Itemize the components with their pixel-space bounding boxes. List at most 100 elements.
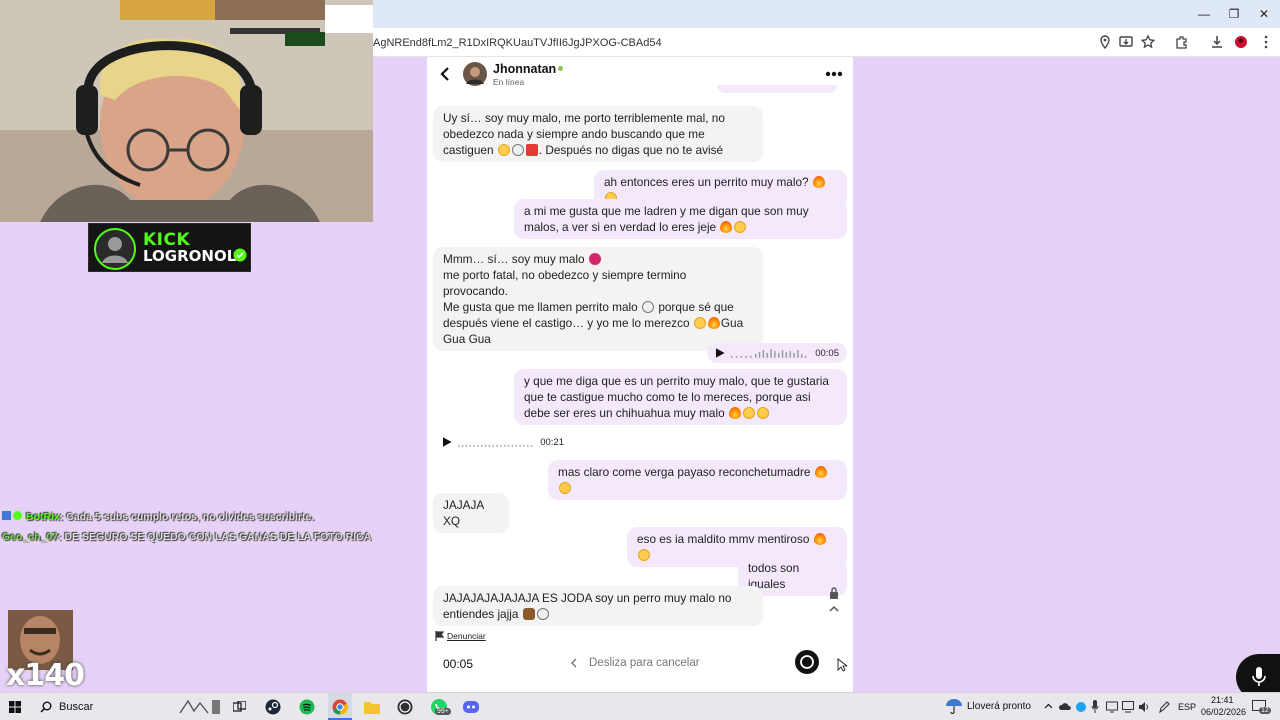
dog-emoji-icon [522, 608, 535, 620]
audio-waveform[interactable] [730, 347, 810, 359]
tray-app-icon[interactable] [1075, 701, 1087, 713]
outgoing-audio-message: 00:05 [707, 343, 847, 363]
tray-expand-chevron-icon[interactable] [1044, 703, 1053, 709]
outgoing-message: a mi me gusta que me ladren y me digan q… [514, 199, 847, 239]
notification-count: 12 [1259, 707, 1271, 714]
slide-to-cancel-hint[interactable]: Desliza para cancelar [589, 657, 700, 669]
audio-waveform[interactable] [457, 436, 535, 448]
windows-start-icon[interactable] [9, 701, 21, 713]
close-window-button[interactable]: ✕ [1254, 4, 1274, 24]
chrome-icon [332, 699, 348, 715]
scroll-up-chevron-icon[interactable] [829, 605, 839, 613]
devil-emoji-icon [588, 253, 601, 265]
mod-badge-icon [2, 511, 11, 520]
onedrive-icon[interactable] [1059, 701, 1071, 713]
smirk-emoji-icon [693, 317, 706, 329]
flag-icon[interactable] [435, 631, 444, 641]
incoming-message: Uy sí… soy muy malo, me porto terribleme… [433, 106, 763, 162]
url-text[interactable]: AgNREnd8fLm2_R1DxIRQKUauTVJfII6JgJPXOG-C… [373, 37, 662, 49]
message-text: a mi me gusta que me ladren y me digan q… [524, 204, 809, 234]
message-text: JAJAJAJAJAJAJA ES JODA soy un perro muy … [443, 591, 732, 621]
record-send-button[interactable] [794, 649, 820, 675]
tongue-emoji-icon [734, 221, 747, 233]
streamer-name: LOGRONOL [143, 247, 237, 265]
file-explorer-icon[interactable] [364, 700, 380, 714]
pen-icon[interactable] [1158, 700, 1170, 714]
install-app-icon[interactable] [1118, 34, 1134, 50]
ghost-emoji-icon [511, 144, 524, 156]
channel-avatar-icon [94, 228, 136, 270]
volume-icon[interactable] [1138, 701, 1150, 713]
fire-emoji-icon [814, 466, 827, 478]
browser-menu-icon[interactable] [1258, 34, 1274, 50]
spotify-icon[interactable] [299, 699, 315, 715]
profile-extension-icon[interactable] [1233, 34, 1249, 50]
discord-icon[interactable] [462, 699, 480, 715]
contact-name[interactable]: Jhonnatan [493, 62, 556, 76]
clock-date[interactable]: 06/02/2026 [1201, 707, 1246, 717]
tongue-emoji-icon [559, 482, 571, 494]
message-text: mas claro come verga payaso reconchetuma… [558, 465, 811, 479]
location-icon[interactable] [1097, 34, 1113, 50]
outgoing-message: y que me diga que es un perrito muy malo… [514, 369, 847, 425]
weather-text[interactable]: Lloverá pronto [967, 701, 1031, 712]
play-icon[interactable] [442, 437, 452, 447]
online-dot-icon [558, 66, 563, 71]
search-icon[interactable] [40, 701, 52, 713]
webcam-feed [0, 0, 373, 222]
bookmark-star-icon[interactable] [1140, 34, 1156, 50]
tongue-emoji-icon [638, 549, 650, 561]
contact-status: En línea [493, 77, 525, 87]
chat-message: : DE SEGURO SE QUEDO CON LAS GANAS DE LA… [58, 531, 372, 543]
message-text: me porto fatal, no obedezco y siempre te… [443, 268, 687, 298]
incoming-message: JAJAJA XQ [433, 493, 509, 533]
chat-panel: Jhonnatan En línea Uy sí… soy muy malo, … [427, 57, 853, 692]
fire-emoji-icon [707, 317, 720, 329]
incoming-message: Mmm… sí… soy muy malo me porto fatal, no… [433, 247, 763, 351]
back-arrow-icon[interactable] [439, 67, 451, 81]
display-icon[interactable] [1106, 701, 1118, 713]
anger-emoji-icon [525, 144, 538, 156]
fire-emoji-icon [720, 221, 733, 233]
task-view-icon[interactable] [233, 701, 246, 713]
more-options-icon[interactable] [825, 71, 843, 77]
extensions-icon[interactable] [1174, 34, 1190, 50]
taskbar-search[interactable]: Buscar [59, 701, 93, 713]
message-text: Me gusta que me llamen perrito malo [443, 300, 638, 314]
report-link[interactable]: Denunciar [447, 631, 486, 641]
overlay-chat-line: Geo_ch_07: DE SEGURO SE QUEDO CON LAS GA… [2, 531, 371, 543]
play-icon[interactable] [715, 348, 725, 358]
contact-avatar[interactable] [463, 62, 487, 86]
audio-duration: 00:05 [815, 347, 839, 359]
minimize-button[interactable]: — [1194, 4, 1214, 24]
chrome-taskbar-item[interactable] [328, 693, 352, 720]
ghost-emoji-icon [536, 608, 549, 620]
message-text: Gua [720, 316, 744, 330]
emote-multiplier: x140 [6, 658, 85, 693]
weather-umbrella-icon[interactable] [945, 698, 963, 714]
mouse-cursor-icon [837, 658, 847, 672]
recording-bar: 00:05 Desliza para cancelar [427, 647, 853, 692]
search-highlight-icon[interactable] [176, 697, 222, 717]
clock-time[interactable]: 21:41 [1211, 695, 1234, 705]
steam-icon[interactable] [265, 699, 281, 715]
chevron-left-icon [571, 658, 577, 668]
message-text: Mmm… sí… soy muy malo [443, 252, 585, 266]
audio-duration: 00:21 [540, 436, 564, 448]
restore-button[interactable]: ❐ [1224, 4, 1244, 24]
recording-timer: 00:05 [443, 657, 474, 671]
obs-icon[interactable] [397, 699, 413, 715]
incoming-audio-message: 00:21 [433, 432, 573, 452]
tray-mic-icon[interactable] [1091, 700, 1099, 714]
message-text: eso es ia maldito mmv mentiroso [637, 532, 810, 546]
download-icon[interactable] [1209, 34, 1225, 50]
outgoing-message: mas claro come verga payaso reconchetuma… [548, 460, 847, 500]
lock-icon [830, 587, 838, 599]
kick-channel-badge: KICK LOGRONOL [88, 223, 251, 272]
fire-emoji-icon [728, 407, 741, 419]
input-language[interactable]: ESP [1178, 702, 1196, 712]
verified-badge-icon [233, 248, 247, 262]
network-icon[interactable] [1122, 701, 1134, 713]
streamer-webcam-image [0, 0, 373, 222]
clipped-audio-bubble [717, 85, 837, 93]
